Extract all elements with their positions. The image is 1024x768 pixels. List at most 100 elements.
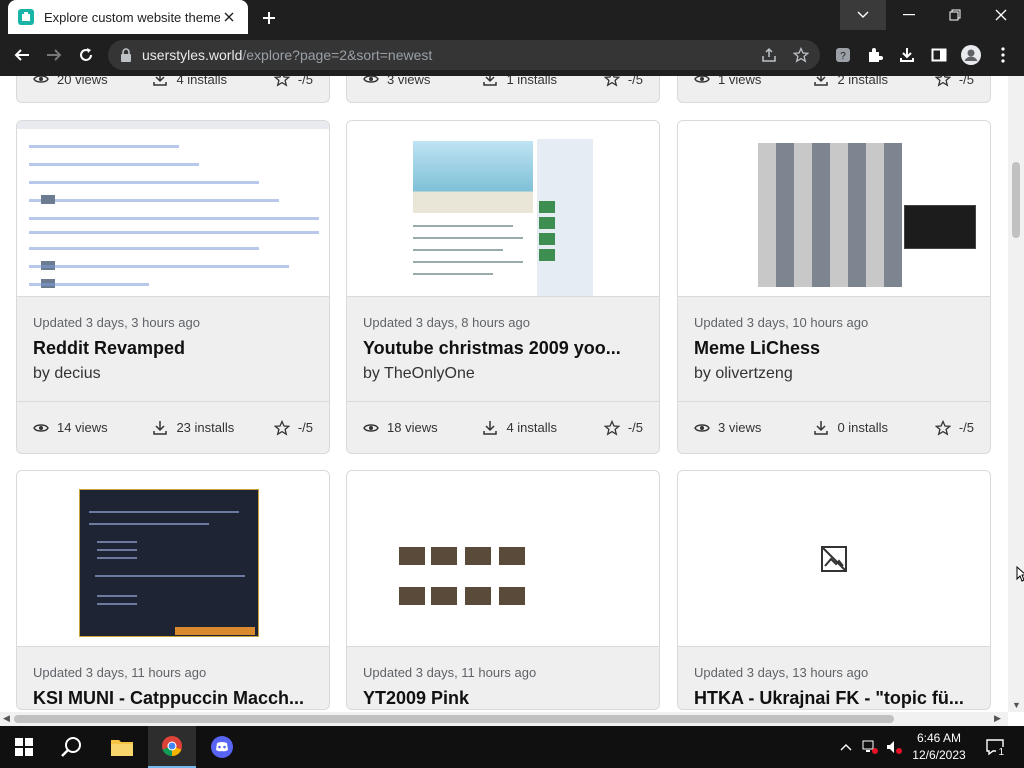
style-card[interactable]: Updated 3 days, 8 hours ago Youtube chri… <box>346 120 660 454</box>
style-stats: 3 views 0 installs -/5 <box>678 401 990 453</box>
style-preview-image[interactable] <box>17 121 329 297</box>
new-tab-button[interactable] <box>258 7 280 29</box>
scroll-left-icon[interactable]: ◀ <box>3 713 10 724</box>
minimize-button[interactable] <box>886 0 932 30</box>
star-icon <box>603 419 620 436</box>
style-card[interactable]: Updated 3 days, 3 hours ago Reddit Revam… <box>16 120 330 454</box>
tab-search-button[interactable] <box>840 0 886 30</box>
chevron-up-icon[interactable] <box>838 739 854 755</box>
no-image-icon <box>821 545 847 572</box>
author-link[interactable]: by decius <box>33 365 313 383</box>
scroll-right-icon[interactable]: ▶ <box>994 713 1001 724</box>
lock-icon[interactable] <box>120 48 134 62</box>
install-icon <box>483 420 498 435</box>
volume-icon[interactable] <box>886 739 902 755</box>
back-icon <box>14 49 29 61</box>
profile-icon[interactable] <box>960 44 982 66</box>
reload-button[interactable] <box>74 43 98 67</box>
horizontal-scrollbar[interactable]: ◀ ▶ <box>0 712 1008 726</box>
address-bar[interactable]: userstyles.world/explore?page=2&sort=new… <box>108 40 820 70</box>
eye-icon <box>33 423 49 432</box>
updated-text: Updated 3 days, 11 hours ago <box>363 665 537 680</box>
style-card-stats[interactable]: 1 views 2 installs -/5 <box>677 76 991 103</box>
network-icon[interactable] <box>862 739 878 755</box>
menu-icon[interactable] <box>994 46 1012 64</box>
style-preview-image[interactable] <box>17 471 329 647</box>
install-icon <box>153 420 168 435</box>
scroll-down-icon[interactable]: ▼ <box>1012 700 1021 710</box>
system-clock[interactable]: 6:46 AM 12/6/2023 <box>912 730 966 764</box>
author-link[interactable]: by TheOnlyOne <box>363 365 643 383</box>
style-card-stats[interactable]: 20 views 4 installs -/5 <box>16 76 330 103</box>
style-card-stats[interactable]: 3 views 1 installs -/5 <box>346 76 660 103</box>
svg-text:?: ? <box>840 51 846 62</box>
share-icon[interactable] <box>760 46 778 64</box>
close-icon[interactable] <box>220 8 238 26</box>
notification-center-icon[interactable]: 1 <box>984 736 1006 758</box>
sidebar-icon[interactable] <box>930 46 948 64</box>
puzzle-icon[interactable] <box>866 46 884 64</box>
views-stat: 20 views <box>33 76 152 87</box>
style-preview-image[interactable] <box>678 121 990 297</box>
rating-stat: -/5 <box>273 76 313 87</box>
rating-stat: -/5 <box>603 419 643 436</box>
close-icon <box>995 9 1007 21</box>
install-icon <box>153 76 168 86</box>
page-viewport: 20 views 4 installs -/5 3 views 1 instal… <box>0 76 1008 712</box>
browser-toolbar: userstyles.world/explore?page=2&sort=new… <box>0 34 1024 76</box>
style-preview-image[interactable] <box>347 471 659 647</box>
updated-text: Updated 3 days, 8 hours ago <box>363 315 530 330</box>
updated-text: Updated 3 days, 13 hours ago <box>694 665 869 680</box>
author-link[interactable]: by olivertzeng <box>694 365 974 383</box>
taskbar: 6:46 AM 12/6/2023 1 <box>0 726 1024 768</box>
start-button[interactable] <box>0 726 48 768</box>
eye-icon <box>694 76 710 83</box>
notification-count: 1 <box>996 747 1006 758</box>
rating-stat: -/5 <box>273 419 313 436</box>
updated-text: Updated 3 days, 10 hours ago <box>694 315 869 330</box>
horizontal-scrollbar-thumb[interactable] <box>14 715 894 723</box>
style-name-link[interactable]: Youtube christmas 2009 yoo... <box>363 338 643 359</box>
style-card[interactable]: Updated 3 days, 13 hours ago HTKA - Ukra… <box>677 470 991 710</box>
style-name-link[interactable]: Reddit Revamped <box>33 338 313 359</box>
window-close-button[interactable] <box>978 0 1024 30</box>
vertical-scrollbar[interactable]: ▼ <box>1008 76 1024 712</box>
clock-time: 6:46 AM <box>916 731 962 745</box>
discord-taskbar-button[interactable] <box>198 726 246 768</box>
back-button[interactable] <box>10 43 34 67</box>
discord-icon <box>211 736 233 758</box>
style-card[interactable]: Updated 3 days, 11 hours ago YT2009 Pink <box>346 470 660 710</box>
vertical-scrollbar-thumb[interactable] <box>1012 162 1020 238</box>
favicon-icon <box>18 9 34 25</box>
chrome-icon <box>162 736 182 757</box>
updated-text: Updated 3 days, 3 hours ago <box>33 315 200 330</box>
forward-icon <box>47 49 62 61</box>
style-preview-image[interactable] <box>347 121 659 297</box>
style-card[interactable]: Updated 3 days, 11 hours ago KSI MUNI - … <box>16 470 330 710</box>
rating-stat: -/5 <box>603 76 643 87</box>
eye-icon <box>363 76 379 83</box>
eye-icon <box>694 423 710 432</box>
installs-stat: 0 installs <box>813 420 934 436</box>
search-button[interactable] <box>48 726 96 768</box>
views-stat: 3 views <box>363 76 482 87</box>
browser-tab[interactable]: Explore custom website themes <box>8 0 248 34</box>
star-icon[interactable] <box>792 46 810 64</box>
style-name-link[interactable]: Meme LiChess <box>694 338 974 359</box>
forward-button[interactable] <box>42 43 66 67</box>
extension-icon[interactable]: ? <box>834 46 852 64</box>
style-name-link[interactable]: YT2009 Pink <box>363 688 643 709</box>
file-explorer-button[interactable] <box>98 726 146 768</box>
style-name-link[interactable]: KSI MUNI - Catppuccin Macch... <box>33 688 313 709</box>
download-icon[interactable] <box>898 46 916 64</box>
style-card[interactable]: Updated 3 days, 10 hours ago Meme LiChes… <box>677 120 991 454</box>
restore-button[interactable] <box>932 0 978 30</box>
installs-stat: 1 installs <box>482 76 603 87</box>
updated-text: Updated 3 days, 11 hours ago <box>33 665 207 680</box>
minimize-icon <box>903 14 915 16</box>
style-stats: 14 views 23 installs -/5 <box>17 401 329 453</box>
rating-stat: -/5 <box>934 76 974 87</box>
style-preview-image[interactable] <box>678 471 990 647</box>
chrome-taskbar-button[interactable] <box>148 726 196 768</box>
style-name-link[interactable]: HTKA - Ukrajnai FK - "topic fü... <box>694 688 974 709</box>
